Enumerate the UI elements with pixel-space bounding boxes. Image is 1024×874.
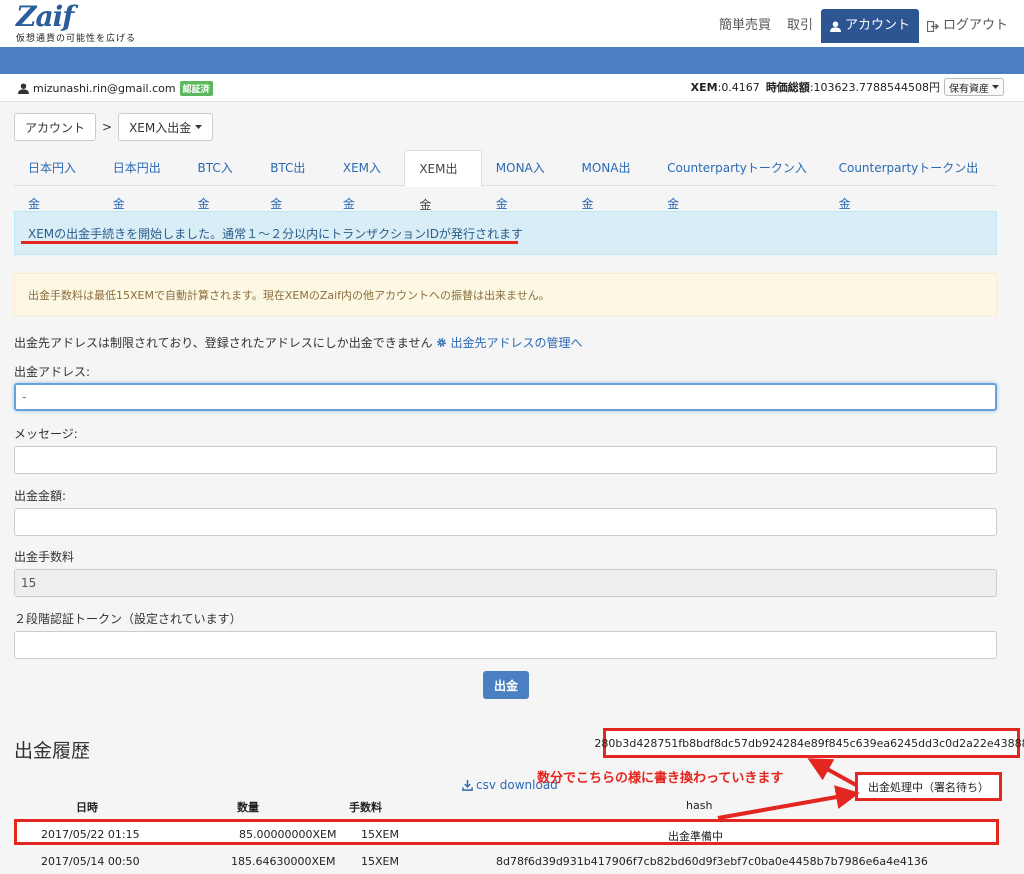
row-hash: 8d78f6d39d931b417906f7cb82bd60d9f3ebf7c0… [496,855,928,868]
token-input[interactable] [14,631,997,659]
withdraw-submit-button[interactable]: 出金 [483,671,529,699]
row-date: 2017/05/14 00:50 [41,855,140,868]
top-header: Zaif 仮想通貨の可能性を広げる 簡単売買 取引 アカウント ログアウト [0,0,1024,47]
message-input[interactable] [14,446,997,474]
status-callout: 出金処理中（署名待ち） [855,772,1002,801]
tab-xem-withdraw[interactable]: XEM出金 [404,150,482,212]
currency-tabs: 日本円入金 日本円出金 BTC入金 BTC出金 XEM入金 XEM出金 MONA… [14,150,996,212]
breadcrumb: アカウント > XEM入出金 [14,113,214,141]
user-strip: mizunashi.rin@gmail.com 認証済 XEM :0.4167 … [0,74,1024,102]
xem-value: :0.4167 [717,80,760,94]
verified-badge: 認証済 [179,81,213,96]
nav-simple-trade[interactable]: 簡単売買 [711,9,779,43]
total-value: :103623.7788544508円 [809,81,940,94]
breadcrumb-xem-dropdown[interactable]: XEM入出金 [118,113,214,141]
xem-label: XEM [690,80,718,94]
tab-jpy-withdraw[interactable]: 日本円出金 [99,150,184,211]
address-input[interactable]: - [14,383,997,411]
assets-dropdown-label: 保有資産 [949,83,989,95]
col-date: 日時 [76,801,98,814]
address-manage-link-label: 出金先アドレスの管理へ [450,336,583,350]
row-amount: 185.64630000XEM [231,855,336,868]
tab-mona-withdraw[interactable]: MONA出金 [567,150,653,211]
row-fee: 15XEM [361,828,399,841]
address-notice: 出金先アドレスは制限されており、登録されたアドレスにしか出金できません 出金先ア… [14,334,582,351]
brand-bar [0,47,1024,74]
caret-down-icon [992,85,999,89]
download-icon [462,779,473,791]
nav-logout-label: ログアウト [942,18,1008,33]
top-nav: 簡単売買 取引 アカウント ログアウト [711,9,1016,43]
col-hash: hash [686,799,713,812]
row-hash: 出金準備中 [668,830,723,843]
tab-jpy-deposit[interactable]: 日本円入金 [14,150,99,211]
address-notice-text: 出金先アドレスは制限されており、登録されたアドレスにしか出金できません [14,336,433,350]
info-alert: XEMの出金手続きを開始しました。通常１〜２分以内にトランザクションIDが発行さ… [14,211,997,255]
token-label: ２段階認証トークン（設定されています） [14,612,242,626]
logo-wordmark: Zaif [16,0,74,33]
arrow-to-hash [807,758,857,787]
row-fee: 15XEM [361,855,399,868]
tab-xem-deposit[interactable]: XEM入金 [329,150,404,211]
tab-counterparty-deposit[interactable]: Counterpartyトークン入金 [653,150,824,211]
message-label: メッセージ: [14,427,78,441]
tab-counterparty-withdraw[interactable]: Counterpartyトークン出金 [825,150,996,211]
table-row: 2017/05/22 01:15 85.00000000XEM 15XEM 出金… [14,819,999,845]
user-email: mizunashi.rin@gmail.com [33,82,176,95]
total-label: 時価総額 [765,81,810,94]
zaif-logo[interactable]: Zaif 仮想通貨の可能性を広げる [16,0,137,45]
user-icon [18,83,29,94]
row-date: 2017/05/22 01:15 [41,828,140,841]
tab-btc-deposit[interactable]: BTC入金 [184,150,257,211]
user-info: mizunashi.rin@gmail.com 認証済 [18,81,213,96]
nav-account[interactable]: アカウント [820,9,919,43]
table-row: 2017/05/14 00:50 185.64630000XEM 15XEM 8… [14,849,999,874]
caret-down-icon [195,125,203,129]
logout-icon [926,20,939,32]
nav-trade[interactable]: 取引 [779,9,821,43]
row-amount: 85.00000000XEM [239,828,337,841]
user-icon [829,20,841,32]
gear-icon [437,338,447,347]
amount-input[interactable] [14,508,997,536]
amount-label: 出金金額: [14,489,67,503]
col-fee: 手数料 [349,801,382,814]
breadcrumb-account[interactable]: アカウント [14,113,97,141]
breadcrumb-separator: > [102,120,113,134]
logo-tagline: 仮想通貨の可能性を広げる [16,34,137,44]
tab-btc-withdraw[interactable]: BTC出金 [256,150,329,211]
address-label: 出金アドレス: [14,365,91,379]
nav-logout[interactable]: ログアウト [919,9,1016,43]
assets-dropdown[interactable]: 保有資産 [944,78,1004,96]
annotation-underline [21,241,518,244]
warning-alert: 出金手数料は最低15XEMで自動計算されます。現在XEMのZaif内の他アカウン… [14,273,997,316]
asset-summary: XEM :0.4167 時価総額 :103623.7788544508円 保有資… [691,78,1004,96]
col-amount: 数量 [237,801,259,814]
breadcrumb-current: XEM入出金 [129,120,192,135]
annotation-text: 数分でこちらの様に書き換わっていきます [537,771,784,786]
hash-callout: 280b3d428751fb8bdf8dc57db924284e89f845c6… [594,728,1024,758]
nav-account-label: アカウント [844,18,910,33]
tab-mona-deposit[interactable]: MONA入金 [482,150,568,211]
address-manage-link[interactable]: 出金先アドレスの管理へ [436,334,582,351]
history-title: 出金履歴 [14,740,91,762]
arrow-to-status [717,785,860,820]
fee-input: 15 [14,569,997,597]
fee-label: 出金手数料 [14,550,75,564]
